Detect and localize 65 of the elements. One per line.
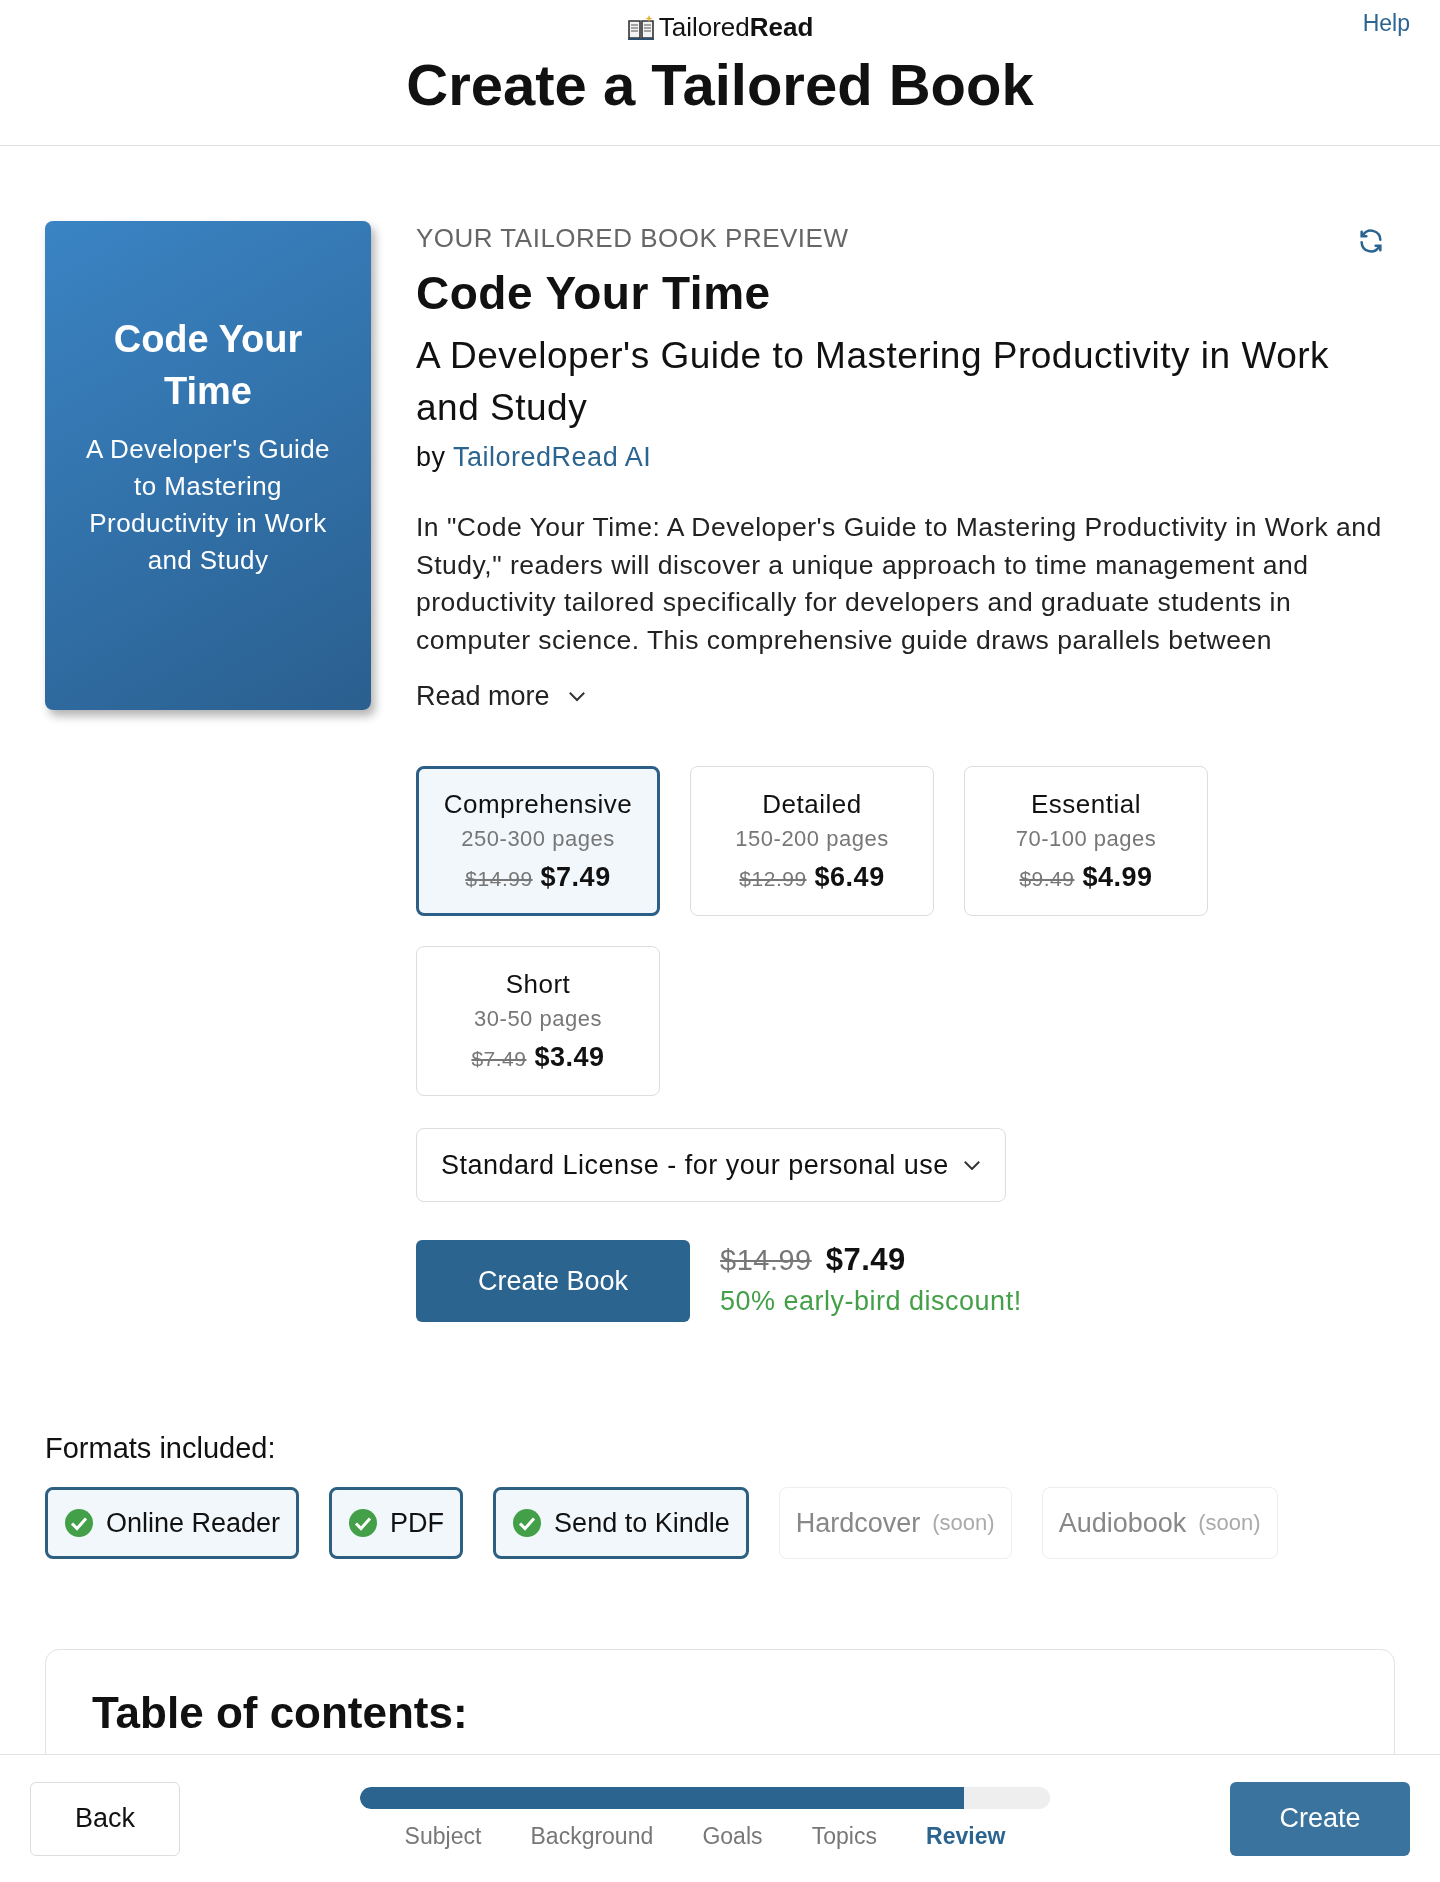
sale-price: $7.49 [825,1242,906,1278]
format-chip[interactable]: Audiobook (soon) [1041,1487,1278,1559]
check-circle-icon [348,1508,379,1538]
discount-text: 50% early-bird discount! [720,1286,1022,1317]
sale-price: $6.49 [814,862,885,893]
option-pages: 30-50 pages [474,1006,602,1032]
soon-note: (soon) [1198,1510,1261,1536]
create-book-button[interactable]: Create Book [416,1240,690,1322]
original-price: $7.49 [471,1047,527,1071]
book-title: Code Your Time [416,266,772,320]
format-label: Hardcover [795,1507,921,1539]
page-title: Create a Tailored Book [406,51,1034,118]
option-name: Detailed [762,789,862,820]
check-circle-icon [64,1508,94,1538]
length-option-card[interactable]: Essential 70-100 pages $9.49 $4.99 [964,766,1208,916]
cover-title: Code Your Time [112,316,304,414]
step-label[interactable]: Background [530,1823,654,1850]
length-option-card[interactable]: Short 30-50 pages $7.49 $3.49 [416,946,660,1096]
original-price: $12.99 [739,867,807,891]
formats-heading: Formats included: [45,1432,277,1465]
option-name: Essential [1031,789,1141,820]
step-label[interactable]: Subject [404,1823,482,1850]
format-label: PDF [390,1507,445,1539]
refresh-icon[interactable] [1357,227,1385,255]
preview-label: YOUR TAILORED BOOK PREVIEW [416,223,849,254]
step-label[interactable]: Goals [702,1823,763,1850]
toc-heading: Table of contents: [92,1688,469,1738]
step-label[interactable]: Review [926,1823,1006,1850]
read-more-button[interactable]: Read more [416,681,586,712]
chevron-down-icon [963,1159,981,1171]
length-option-card[interactable]: Comprehensive 250-300 pages $14.99 $7.49 [416,766,660,916]
book-subtitle: A Developer's Guide to Mastering Productivity in Work and Study [416,334,1331,430]
soon-note: (soon) [932,1510,995,1536]
logo-text: TailoredRead [658,12,814,43]
chevron-down-icon [567,691,586,702]
book-description: In "Code Your Time: A Developer's Guide to Mastering Productivity in Work and Study," readers will discover a unique approach to time management and productivity tailored specifically for developers and graduate students in computer science. This comprehensive guide draws parallels between [416,511,1383,657]
sale-price: $7.49 [540,862,611,893]
option-name: Short [505,969,571,1000]
original-price: $9.49 [1019,867,1075,891]
original-price: $14.99 [720,1244,812,1277]
by-label: by [416,442,447,472]
back-button[interactable]: Back [30,1781,180,1856]
original-price: $14.99 [465,867,533,891]
length-option-card[interactable]: Detailed 150-200 pages $12.99 $6.49 [690,766,934,916]
format-chip[interactable]: Hardcover (soon) [778,1487,1012,1559]
check-circle-icon [512,1508,543,1538]
cover-subtitle: A Developer's Guide to Mastering Productivity in Work and Study [85,432,331,577]
author-link[interactable]: TailoredRead AI [453,442,652,472]
option-name: Comprehensive [443,789,633,820]
sale-price: $3.49 [534,1042,605,1073]
format-chip[interactable]: Send to Kindle [493,1487,749,1559]
format-label: Online Reader [106,1507,281,1539]
license-select[interactable]: Standard License - for your personal use [416,1128,1006,1202]
sale-price: $4.99 [1082,862,1153,893]
format-chip[interactable]: PDF [329,1487,464,1559]
option-pages: 250-300 pages [461,826,615,852]
format-label: Send to Kindle [554,1507,730,1539]
option-pages: 150-200 pages [735,826,889,852]
format-label: Audiobook [1058,1507,1187,1539]
option-pages: 70-100 pages [1015,826,1157,852]
help-link[interactable]: Help [1362,10,1410,37]
format-chip[interactable]: Online Reader [45,1487,300,1559]
step-label[interactable]: Topics [811,1823,877,1850]
create-button[interactable]: Create [1230,1781,1410,1856]
open-book-icon [626,14,655,41]
